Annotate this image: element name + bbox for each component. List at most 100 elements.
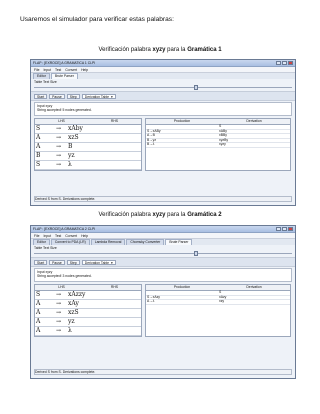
grammar-row[interactable]: A → xzS xyxy=(35,134,141,143)
parser-toolbar: Start Pause Step Derivation Table ▾ xyxy=(31,91,295,101)
derivation-cell: xAzy xyxy=(219,294,227,299)
arrow-icon: → xyxy=(56,291,62,298)
tab-brute-parser[interactable]: Brute Parser xyxy=(50,73,78,79)
menu-help[interactable]: Help xyxy=(81,234,88,238)
view-select[interactable]: Derivation Table ▾ xyxy=(81,93,116,99)
arrow-icon: → xyxy=(56,143,62,150)
title-bar: FLAP : [EXROCE] A GRAMATICA 2 CLPI xyxy=(31,226,295,233)
menu-help[interactable]: Help xyxy=(81,68,88,72)
rule-lhs: S xyxy=(36,125,41,132)
rule-lhs: B xyxy=(36,152,41,159)
step-button[interactable]: Step xyxy=(66,93,80,99)
view-select-value: Derivation Table xyxy=(84,94,110,99)
caption-grammar: Gramática 1 xyxy=(187,47,222,53)
caption-grammar: Gramática 2 xyxy=(187,212,222,218)
caption-mid: para la xyxy=(167,212,186,218)
arrow-icon: → xyxy=(56,300,62,307)
arrow-icon: → xyxy=(56,134,62,141)
result-message: String accepted! 3 nodes generated. xyxy=(37,274,92,278)
start-button[interactable]: Start xyxy=(34,93,48,99)
grammar-table: LHS RHS S → xAby A → xzS A → B B → yz S → λ xyxy=(34,118,142,171)
caption-prefix: Verificación palabra xyxy=(98,47,151,53)
tab-lambda-removal[interactable]: Lambda Removal xyxy=(90,239,126,245)
arrow-icon: → xyxy=(56,161,62,168)
grammar-row[interactable]: S → xAzzy xyxy=(35,291,141,300)
menu-file[interactable]: File xyxy=(34,68,39,72)
view-select[interactable]: Derivation Table ▾ xyxy=(81,259,116,265)
production-cell: B→yz xyxy=(147,137,157,142)
pause-button[interactable]: Pause xyxy=(49,93,65,99)
start-button[interactable]: Start xyxy=(34,259,48,265)
grammar-row[interactable]: A → xzS xyxy=(35,309,141,318)
grammar-row[interactable]: A → λ xyxy=(35,327,141,336)
pause-button[interactable]: Pause xyxy=(49,259,65,265)
derivation-cell: S xyxy=(219,124,222,128)
grammar-row[interactable]: A → yz xyxy=(35,318,141,327)
menu-input[interactable]: Input xyxy=(43,68,51,72)
menu-convert[interactable]: Convert xyxy=(65,68,77,72)
derivation-row[interactable]: A→λ xzy xyxy=(146,300,290,305)
close-button[interactable] xyxy=(288,227,293,231)
tab-editor[interactable]: Editor xyxy=(33,239,50,245)
rule-lhs: A xyxy=(36,134,41,141)
menu-convert[interactable]: Convert xyxy=(65,234,77,238)
rule-rhs: λ xyxy=(68,161,72,168)
production-cell: S→xABy xyxy=(147,128,161,133)
derivation-table: Production Derivation S S→xABy xABy A→B xB… xyxy=(145,118,291,171)
derivation-cell: xzy xyxy=(219,299,225,304)
rule-rhs: B xyxy=(68,143,73,150)
column-header-rhs: RHS xyxy=(110,119,119,123)
menu-input[interactable]: Input xyxy=(43,234,51,238)
derivation-cell: xyzBy xyxy=(219,137,229,142)
intro-paragraph: Usaremos el simulador para verificar est… xyxy=(20,16,174,23)
column-header-derivation: Derivation xyxy=(246,285,262,289)
derivation-cell: S xyxy=(219,290,222,294)
menu-test[interactable]: Test xyxy=(55,234,61,238)
parser-toolbar: Start Pause Step Derivation Table ▾ xyxy=(31,257,295,267)
input-panel: Input xyzy String accepted! 3 nodes gene… xyxy=(34,268,292,282)
menu-file[interactable]: File xyxy=(34,234,39,238)
column-header-lhs: LHS xyxy=(58,285,65,289)
derivation-cell: xABy xyxy=(219,128,227,133)
grammar-row[interactable]: S → λ xyxy=(35,161,141,170)
input-panel: Input xyzy String accepted! 5 nodes gene… xyxy=(34,102,292,116)
rule-lhs: S xyxy=(36,291,41,298)
tab-chomsky-converter[interactable]: Chomsky Converter xyxy=(126,239,165,245)
caption-grammar-1: Verificación palabra xyzy para la Gramát… xyxy=(0,47,320,53)
column-header-derivation: Derivation xyxy=(246,119,262,123)
chevron-down-icon: ▾ xyxy=(111,260,113,265)
minimize-button[interactable] xyxy=(276,227,281,231)
grammar-row[interactable]: A → xAy xyxy=(35,300,141,309)
status-bar: Derived S from S. Derivations complete. xyxy=(34,196,292,202)
grammar-row[interactable]: B → yz xyxy=(35,152,141,161)
maximize-button[interactable] xyxy=(282,227,287,231)
rule-lhs: A xyxy=(36,318,41,325)
maximize-button[interactable] xyxy=(282,61,287,65)
menu-test[interactable]: Test xyxy=(55,68,61,72)
arrow-icon: → xyxy=(56,309,62,316)
grammar-row[interactable]: A → B xyxy=(35,143,141,152)
derivation-table: Production Derivation S S→xAzy xAzy A→λ xz… xyxy=(145,284,291,337)
tab-editor[interactable]: Editor xyxy=(33,73,50,79)
minimize-button[interactable] xyxy=(276,61,281,65)
step-button[interactable]: Step xyxy=(66,259,80,265)
caption-prefix: Verificación palabra xyxy=(98,212,151,218)
close-button[interactable] xyxy=(288,61,293,65)
slider-thumb[interactable] xyxy=(193,251,198,256)
text-size-slider[interactable] xyxy=(34,84,292,91)
rule-lhs: A xyxy=(36,309,41,316)
tab-convert-to-pda[interactable]: Convert to PDA (LR) xyxy=(50,239,90,245)
derivation-cell: xyzy xyxy=(219,142,226,147)
status-bar: Derived S from S. Derivations complete. xyxy=(34,369,292,375)
chevron-down-icon: ▾ xyxy=(111,94,113,99)
rule-rhs: xAzzy xyxy=(68,291,86,298)
caption-grammar-2: Verificación palabra xyzy para la Gramát… xyxy=(0,212,320,218)
tab-brute-parser[interactable]: Brute Parser xyxy=(165,239,193,245)
text-size-slider[interactable] xyxy=(34,250,292,257)
grammar-row[interactable]: S → xAby xyxy=(35,125,141,134)
rule-rhs: xzS xyxy=(68,134,79,141)
slider-thumb[interactable] xyxy=(193,85,198,90)
window-title: FLAP : [EXROCE] A GRAMATICA 2 CLPI xyxy=(33,227,96,231)
rule-rhs: yz xyxy=(68,318,75,325)
derivation-row[interactable]: B→λ xyzy xyxy=(146,143,290,148)
